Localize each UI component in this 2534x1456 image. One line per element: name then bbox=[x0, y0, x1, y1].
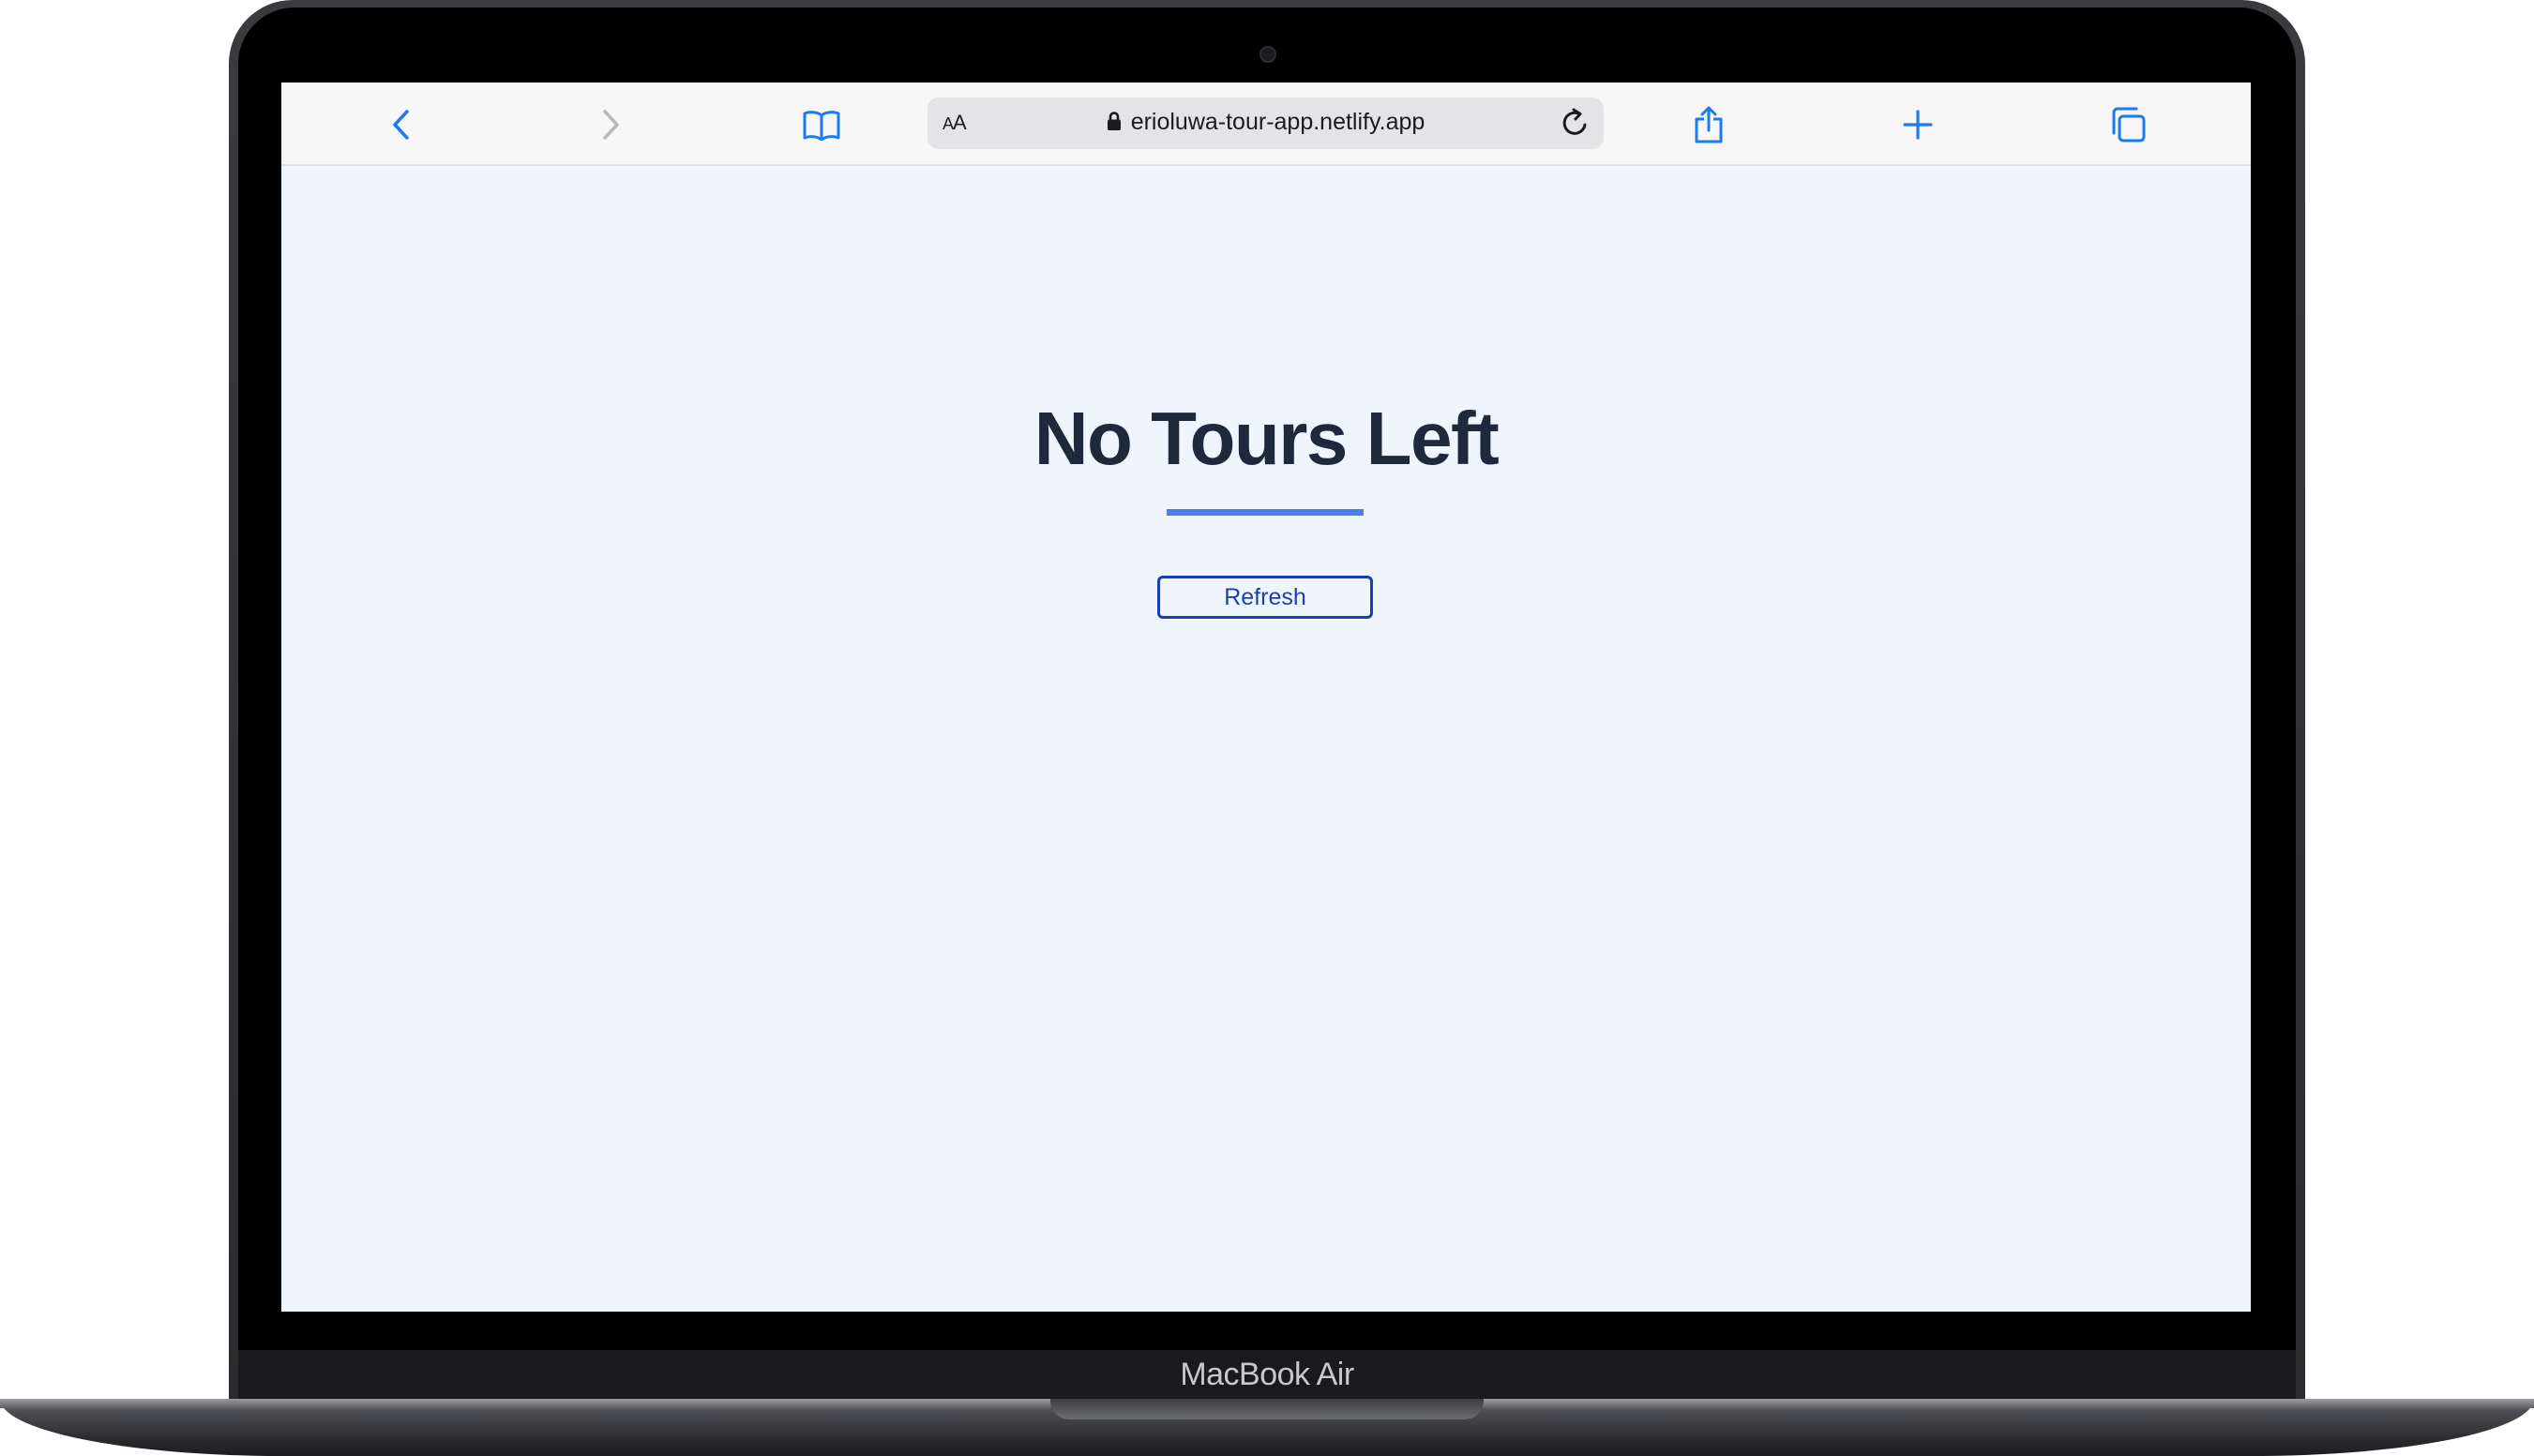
back-button[interactable] bbox=[380, 103, 423, 146]
share-icon bbox=[1695, 106, 1723, 143]
refresh-button[interactable]: Refresh bbox=[1157, 576, 1373, 619]
new-tab-icon bbox=[1903, 110, 1933, 140]
reload-icon bbox=[1562, 108, 1587, 135]
camera bbox=[1259, 46, 1276, 63]
browser-screen: AA erioluwa-tour-app.netlify.app No Tour… bbox=[281, 83, 2251, 1312]
page-content: No Tours Left Refresh bbox=[281, 166, 2251, 1312]
url-text: erioluwa-tour-app.netlify.app bbox=[1130, 109, 1425, 135]
forward-button[interactable] bbox=[589, 103, 632, 146]
lid-opening-notch bbox=[1050, 1399, 1484, 1419]
url-display: erioluwa-tour-app.netlify.app bbox=[928, 109, 1604, 136]
laptop-mockup: AA erioluwa-tour-app.netlify.app No Tour… bbox=[0, 0, 2534, 1456]
back-icon bbox=[393, 110, 409, 140]
reload-button[interactable] bbox=[1559, 106, 1592, 140]
tabs-icon bbox=[2112, 107, 2146, 143]
model-label: MacBook Air bbox=[1180, 1357, 1354, 1392]
forward-icon bbox=[603, 110, 619, 140]
page-title: No Tours Left bbox=[1033, 397, 1500, 480]
tabs-button[interactable] bbox=[2106, 103, 2149, 146]
bookmarks-button[interactable] bbox=[800, 103, 843, 146]
title-underline bbox=[1167, 509, 1364, 516]
new-tab-button[interactable] bbox=[1896, 103, 1939, 146]
bookmarks-icon bbox=[803, 111, 840, 141]
lock-icon bbox=[1107, 112, 1121, 130]
share-button[interactable] bbox=[1687, 103, 1730, 146]
address-bar[interactable]: AA erioluwa-tour-app.netlify.app bbox=[928, 98, 1604, 149]
browser-toolbar: AA erioluwa-tour-app.netlify.app bbox=[281, 83, 2251, 166]
